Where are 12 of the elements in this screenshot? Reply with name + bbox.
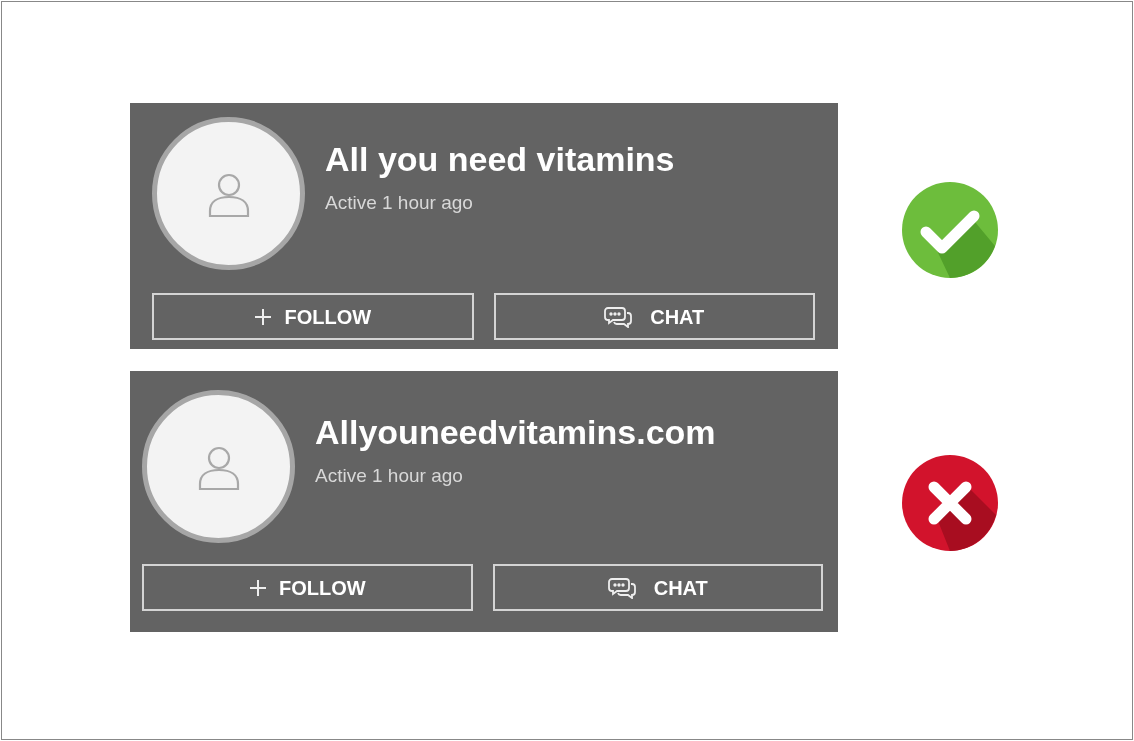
follow-button[interactable]: FOLLOW bbox=[152, 293, 474, 340]
follow-button[interactable]: FOLLOW bbox=[142, 564, 473, 611]
activity-status: Active 1 hour ago bbox=[325, 191, 474, 215]
shop-name: Allyouneedvitamins.com bbox=[315, 412, 716, 452]
chat-button[interactable]: CHAT bbox=[493, 293, 815, 340]
chat-icon bbox=[607, 576, 636, 599]
shop-name: All you need vitamins bbox=[325, 139, 675, 179]
chat-button[interactable]: CHAT bbox=[492, 564, 823, 611]
plus-icon bbox=[254, 307, 273, 326]
activity-status: Active 1 hour ago bbox=[315, 464, 464, 488]
plus-icon bbox=[248, 578, 267, 597]
chat-icon bbox=[604, 305, 633, 328]
